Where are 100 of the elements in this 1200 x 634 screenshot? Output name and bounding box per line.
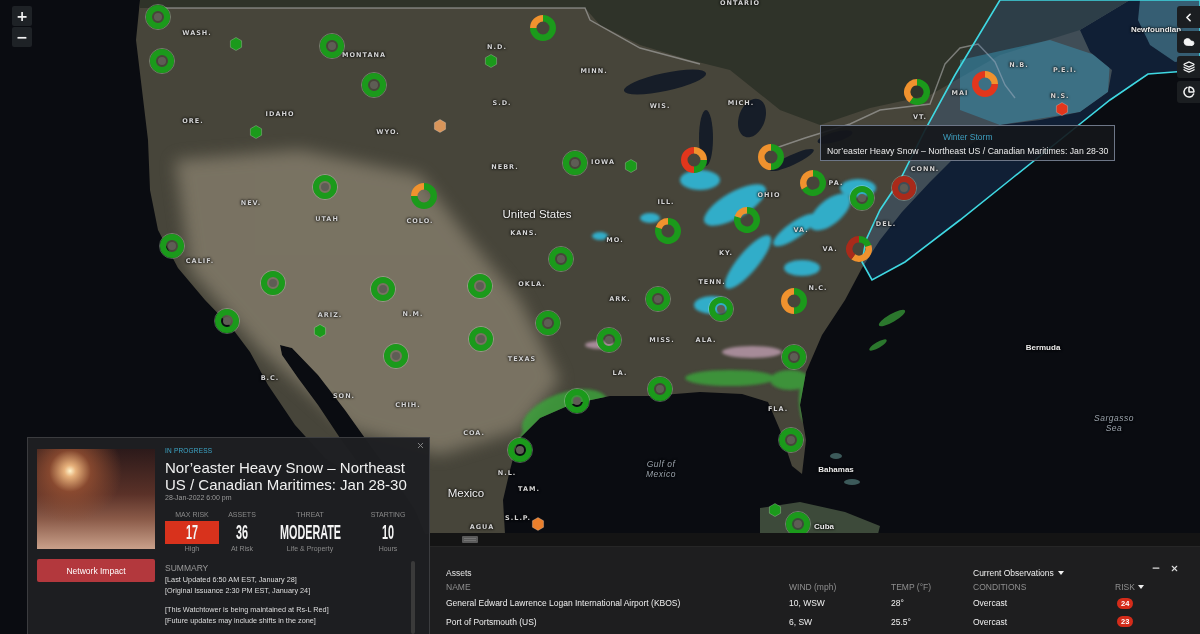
column-header[interactable]: RISK (1115, 582, 1144, 592)
donut-marker-segment[interactable] (904, 79, 917, 103)
map-label: United States (502, 208, 572, 222)
snow-radar-patch (592, 232, 608, 240)
risk-ring-marker[interactable] (145, 4, 171, 30)
risk-ring-marker[interactable] (214, 308, 240, 334)
risk-ring-marker[interactable] (159, 233, 185, 259)
layers-button[interactable] (1177, 56, 1200, 78)
risk-ring-marker[interactable] (778, 427, 804, 453)
donut-marker-segment[interactable] (859, 236, 872, 247)
risk-ring-marker[interactable] (548, 246, 574, 272)
risk-ring-marker[interactable] (361, 72, 387, 98)
rain-radar-patch (878, 309, 906, 327)
close-button[interactable] (1170, 563, 1179, 573)
risk-ring-marker[interactable] (596, 327, 622, 353)
hexagon-marker[interactable] (624, 159, 638, 173)
close-icon (1170, 563, 1179, 573)
table-cell: Port of Portsmouth (US) (446, 616, 537, 627)
table-cell: 28° (891, 598, 904, 608)
map-label: Mexico (447, 487, 485, 501)
table-cell: 10, WSW (789, 598, 825, 608)
hexagon-marker[interactable] (531, 517, 545, 531)
risk-score-badge: 17 (165, 521, 219, 544)
risk-ring-marker[interactable] (383, 343, 409, 369)
column-header[interactable]: TEMP (°F) (891, 582, 932, 592)
column-header[interactable]: CONDITIONS (973, 582, 1027, 592)
table-cell: 6, SW (789, 616, 813, 627)
table-cell: Overcast (973, 616, 1007, 627)
hexagon-marker[interactable] (433, 119, 447, 133)
stat-value: MODERATE (279, 521, 341, 544)
donut-marker-segment[interactable] (909, 79, 930, 105)
donut-marker-segment[interactable] (530, 15, 556, 41)
risk-ring-marker[interactable] (645, 286, 671, 312)
stat-value: 36 (236, 521, 248, 544)
hexagon-marker[interactable] (229, 37, 243, 51)
donut-marker-segment[interactable] (781, 288, 794, 314)
risk-ring-marker[interactable] (849, 185, 875, 211)
donut-marker-segment[interactable] (985, 71, 998, 84)
risk-ring-marker[interactable] (260, 270, 286, 296)
collapse-button[interactable] (1177, 6, 1200, 28)
donut-marker-segment[interactable] (694, 160, 707, 173)
risk-ring-marker[interactable] (507, 437, 533, 463)
event-title: Nor’easter Heavy Snow – Northeast US / Canadian Maritimes: Jan 28-30 (165, 459, 408, 493)
mixed-precipitation-patch (722, 346, 782, 358)
panel-title: Assets (446, 568, 472, 578)
risk-ring-marker[interactable] (370, 276, 396, 302)
drag-handle-icon[interactable] (462, 536, 478, 543)
risk-ring-marker[interactable] (647, 376, 673, 402)
risk-ring-marker[interactable] (468, 326, 494, 352)
table-cell: 25.5° (891, 616, 911, 627)
weather-button[interactable] (1177, 31, 1200, 53)
zoom-out-button[interactable]: − (12, 27, 32, 47)
zoom-in-button[interactable]: + (12, 6, 32, 26)
donut-marker-segment[interactable] (801, 170, 826, 196)
hexagon-marker[interactable] (768, 503, 782, 517)
donut-marker-segment[interactable] (734, 207, 747, 218)
risk-ring-marker[interactable] (467, 273, 493, 299)
map-label: Bahamas (818, 465, 854, 475)
hexagon-marker[interactable] (313, 324, 327, 338)
donut-marker-segment[interactable] (530, 15, 543, 28)
donut-marker-segment[interactable] (734, 207, 760, 233)
map-label: Cuba (814, 522, 834, 532)
donut-marker-segment[interactable] (800, 170, 813, 190)
snow-radar-patch (640, 213, 660, 223)
donut-marker-segment[interactable] (771, 144, 784, 170)
donut-marker-segment[interactable] (694, 147, 707, 160)
risk-ring-marker[interactable] (312, 174, 338, 200)
stat-value: 10 (382, 521, 394, 544)
donut-marker-segment[interactable] (681, 147, 694, 173)
risk-ring-marker[interactable] (535, 310, 561, 336)
table-cell: General Edward Lawrence Logan International Airport (KBOS) (446, 598, 681, 608)
donut-marker-segment[interactable] (655, 218, 668, 229)
caret-icon (1057, 571, 1064, 575)
donut-marker-segment[interactable] (794, 288, 807, 314)
risk-ring-marker[interactable] (781, 344, 807, 370)
donut-marker-segment[interactable] (846, 236, 859, 260)
rain-radar-patch (869, 339, 887, 351)
hexagon-marker[interactable] (1055, 102, 1069, 116)
layers-icon (1182, 61, 1195, 73)
risk-ring-marker[interactable] (149, 48, 175, 74)
risk-ring-marker[interactable] (562, 150, 588, 176)
column-header[interactable]: NAME (446, 582, 471, 592)
donut-marker-segment[interactable] (758, 144, 771, 170)
donut-marker-segment[interactable] (411, 183, 437, 209)
donut-marker-segment[interactable] (411, 183, 424, 196)
donut-marker-segment[interactable] (851, 245, 872, 262)
risk-ring-marker[interactable] (564, 388, 590, 414)
hexagon-marker[interactable] (484, 54, 498, 68)
view-dropdown[interactable]: Current Observations (973, 568, 1064, 578)
donut-marker-segment[interactable] (972, 71, 998, 97)
snow-radar-patch (784, 260, 820, 276)
map-label: Newfoundlan (1130, 25, 1182, 35)
summary-heading: SUMMARY (165, 563, 209, 573)
network-impact-button[interactable]: Network Impact (37, 559, 155, 582)
chart-button[interactable] (1177, 81, 1200, 103)
risk-ring-marker[interactable] (891, 175, 917, 201)
column-header[interactable]: WIND (mph) (789, 582, 837, 592)
donut-marker-segment[interactable] (655, 218, 681, 244)
risk-ring-marker[interactable] (708, 296, 734, 322)
table-cell: Overcast (973, 598, 1007, 608)
